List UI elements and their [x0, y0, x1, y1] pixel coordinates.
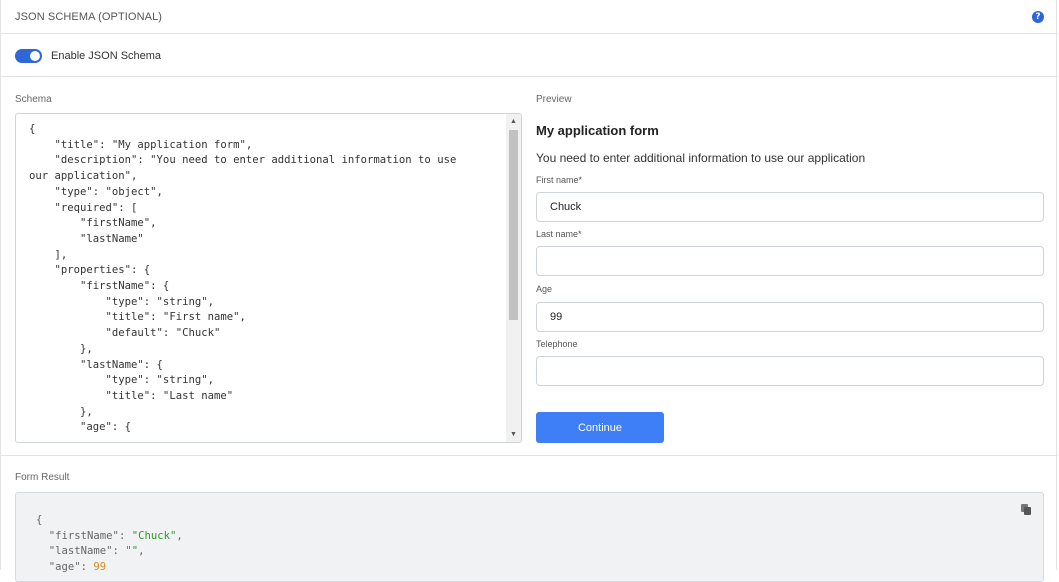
- result-key: "age": [48, 561, 81, 574]
- preview-form-title: My application form: [536, 123, 659, 138]
- scroll-up-arrow-icon[interactable]: ▲: [506, 114, 521, 129]
- copy-icon[interactable]: [1021, 504, 1031, 515]
- panel-title: JSON SCHEMA (OPTIONAL): [15, 11, 163, 23]
- age-label: Age: [536, 284, 553, 294]
- schema-scrollbar[interactable]: ▲ ▼: [506, 114, 521, 442]
- enable-json-schema-toggle[interactable]: [15, 49, 42, 63]
- first-name-input[interactable]: [536, 192, 1044, 222]
- scroll-thumb[interactable]: [509, 130, 518, 320]
- schema-editor[interactable]: { "title": "My application form", "descr…: [15, 113, 522, 443]
- result-suffix: ,: [176, 529, 183, 542]
- form-result-code: { "firstName": "Chuck", "lastName": "", …: [36, 514, 183, 574]
- question-circle-icon[interactable]: ?: [1032, 11, 1044, 23]
- continue-button[interactable]: Continue: [536, 412, 664, 443]
- toggle-knob: [30, 51, 40, 61]
- form-result-box: { "firstName": "Chuck", "lastName": "", …: [15, 492, 1044, 582]
- json-schema-panel: JSON SCHEMA (OPTIONAL) ? Enable JSON Sch…: [0, 0, 1058, 582]
- telephone-label: Telephone: [536, 339, 578, 349]
- schema-label: Schema: [15, 94, 52, 105]
- age-input[interactable]: [536, 302, 1044, 332]
- result-value: "Chuck": [131, 529, 177, 542]
- result-key: "firstName": [48, 529, 119, 542]
- preview-form-description: You need to enter additional information…: [536, 151, 866, 165]
- result-suffix: ,: [138, 545, 145, 558]
- preview-label: Preview: [536, 94, 572, 105]
- toggle-label: Enable JSON Schema: [51, 50, 162, 62]
- panel-header: JSON SCHEMA (OPTIONAL) ?: [1, 0, 1058, 34]
- schema-code[interactable]: { "title": "My application form", "descr…: [29, 122, 509, 436]
- section-divider: [1, 455, 1058, 456]
- result-key: "lastName": [48, 545, 113, 558]
- toggle-row: Enable JSON Schema: [1, 34, 1058, 77]
- result-value: "": [125, 545, 139, 558]
- last-name-input[interactable]: [536, 246, 1044, 276]
- result-value: 99: [93, 561, 107, 574]
- form-result-label: Form Result: [15, 472, 70, 483]
- scroll-down-arrow-icon[interactable]: ▼: [506, 427, 521, 442]
- first-name-label: First name*: [536, 175, 583, 185]
- telephone-input[interactable]: [536, 356, 1044, 386]
- last-name-label: Last name*: [536, 229, 582, 239]
- result-open-brace: {: [36, 514, 43, 526]
